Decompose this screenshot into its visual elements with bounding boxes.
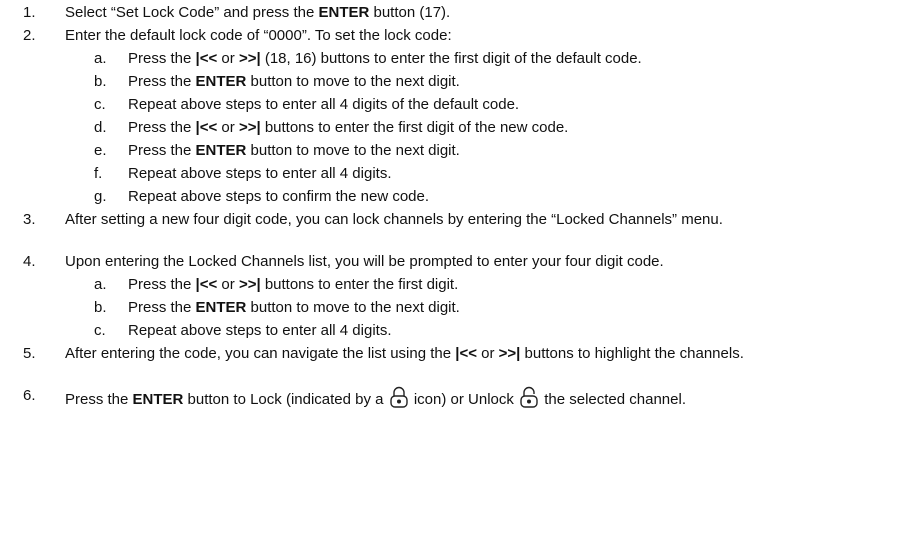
substep-letter: a.: [94, 276, 107, 293]
step-number: 5.: [23, 345, 36, 362]
substep-text: Press the |<< or >>| buttons to enter th…: [128, 119, 569, 136]
substep-2b: b. Press the ENTER button to move to the…: [0, 70, 915, 93]
substep-2e: e. Press the ENTER button to move to the…: [0, 139, 915, 162]
step-number: 4.: [23, 253, 36, 270]
substep-2c: c. Repeat above steps to enter all 4 dig…: [0, 93, 915, 116]
substep-letter: f.: [94, 165, 103, 182]
enter-button-label: ENTER: [318, 4, 370, 21]
substep-4a: a. Press the |<< or >>| buttons to enter…: [0, 273, 915, 296]
substep-2d: d. Press the |<< or >>| buttons to enter…: [0, 116, 915, 139]
lock-closed-icon: [389, 386, 408, 408]
substep-text: Press the ENTER button to move to the ne…: [128, 299, 460, 316]
substep-text: Press the |<< or >>| buttons to enter th…: [128, 276, 459, 293]
step-text: Select “Set Lock Code” and press the ENT…: [65, 4, 451, 21]
substep-text: Repeat above steps to enter all 4 digits…: [128, 322, 392, 339]
substep-letter: d.: [94, 119, 107, 136]
substep-letter: c.: [94, 96, 106, 113]
step-number: 3.: [23, 211, 36, 228]
step-text: After setting a new four digit code, you…: [65, 211, 723, 228]
step-1: 1. Select “Set Lock Code” and press the …: [0, 1, 915, 24]
step-4: 4. Upon entering the Locked Channels lis…: [0, 250, 915, 273]
substep-2g: g. Repeat above steps to confirm the new…: [0, 185, 915, 208]
substep-2a: a. Press the |<< or >>| (18, 16) buttons…: [0, 47, 915, 70]
step-number: 2.: [23, 27, 36, 44]
substep-text: Press the ENTER button to move to the ne…: [128, 142, 460, 159]
step-6: 6. Press the ENTER button to Lock (indic…: [0, 384, 915, 426]
substep-text: Repeat above steps to enter all 4 digits…: [128, 96, 520, 113]
substep-4b: b. Press the ENTER button to move to the…: [0, 296, 915, 319]
substep-letter: g.: [94, 188, 107, 205]
substep-text: Repeat above steps to confirm the new co…: [128, 188, 430, 205]
substep-4c: c. Repeat above steps to enter all 4 dig…: [0, 319, 915, 342]
substep-2f: f. Repeat above steps to enter all 4 dig…: [0, 162, 915, 185]
lock-open-icon: [520, 386, 538, 408]
instruction-list: 1. Select “Set Lock Code” and press the …: [0, 0, 915, 426]
step-text: Upon entering the Locked Channels list, …: [65, 253, 664, 270]
step-text: Enter the default lock code of “0000”. T…: [65, 27, 452, 44]
substep-letter: e.: [94, 142, 107, 159]
substep-text: Repeat above steps to enter all 4 digits…: [128, 165, 392, 182]
step-2: 2. Enter the default lock code of “0000”…: [0, 24, 915, 47]
step-number: 6.: [23, 387, 36, 404]
substep-text: Press the ENTER button to move to the ne…: [128, 73, 460, 90]
substep-letter: b.: [94, 73, 107, 90]
substep-letter: c.: [94, 322, 106, 339]
substep-letter: b.: [94, 299, 107, 316]
step-5: 5. After entering the code, you can navi…: [0, 342, 915, 384]
step-text: After entering the code, you can navigat…: [65, 345, 744, 362]
step-number: 1.: [23, 4, 36, 21]
substep-letter: a.: [94, 50, 107, 67]
step-3: 3. After setting a new four digit code, …: [0, 208, 915, 250]
step-text: Press the ENTER button to Lock (indicate…: [65, 386, 875, 410]
substep-text: Press the |<< or >>| (18, 16) buttons to…: [128, 50, 642, 67]
